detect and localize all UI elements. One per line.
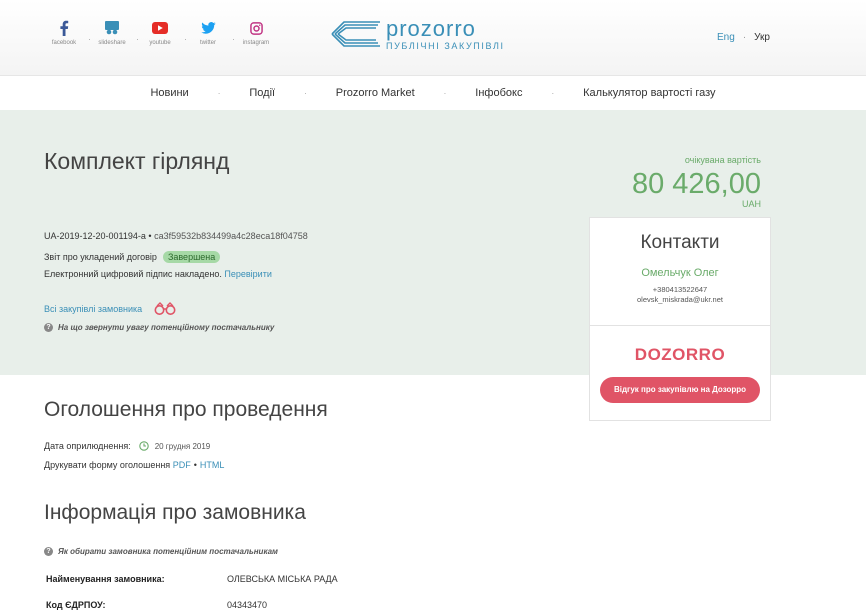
prozorro-logo[interactable]: prozorro ПУБЛІЧНІ ЗАКУПІВЛІ (330, 17, 505, 51)
contract-report: Звіт про укладений договір Завершена (44, 251, 221, 263)
contact-name: Омельчук Олег (641, 267, 719, 279)
language-switcher: Eng · Укр (717, 32, 770, 43)
logo-name: prozorro (386, 15, 476, 41)
nav-separator: · (304, 88, 307, 98)
main-nav: Новини · Події · Prozorro Market · Інфоб… (0, 75, 866, 110)
customer-name-value: ОЛЕВСЬКА МІСЬКА РАДА (227, 574, 338, 584)
currency: UAH (741, 199, 761, 209)
contact-phone: +380413522647 (652, 285, 708, 294)
expected-value: 80 426,00 (631, 168, 761, 200)
slideshare-icon (88, 18, 136, 38)
publication-date-row: Дата оприлюднення: 20 грудня 2019 (44, 441, 210, 451)
contacts-title: Контакти (640, 232, 720, 253)
social-label: instagram (242, 40, 270, 46)
site-header: facebook · slideshare · youtube · twitte… (0, 0, 866, 75)
contacts-card: Контакти Омельчук Олег +380413522647 ole… (589, 217, 771, 421)
tender-title: Комплект гірлянд (44, 148, 230, 174)
contact-email[interactable]: olevsk_miskrada@ukr.net (590, 295, 770, 304)
nav-separator: · (443, 88, 447, 98)
report-label: Звіт про укладений договір (44, 252, 157, 262)
social-facebook[interactable]: facebook · (40, 18, 91, 46)
tender-id-separator: • (148, 231, 152, 241)
tender-id: UA-2019-12-20-001194-a (44, 231, 146, 241)
question-icon: ? (44, 323, 53, 332)
social-label: slideshare (98, 40, 126, 46)
prozorro-logo-icon (331, 21, 380, 47)
lang-ukr-current[interactable]: Укр (754, 32, 770, 43)
nav-item-events[interactable]: Події (249, 87, 275, 99)
customer-name-label: Найменування замовника: (46, 574, 165, 584)
supplier-hint[interactable]: ? На що звернути увагу потенційному пост… (44, 323, 274, 332)
all-purchases-link[interactable]: Всі закупівлі замовника (44, 304, 142, 314)
customer-code-label: Код ЄДРПОУ: (46, 600, 106, 610)
social-twitter[interactable]: twitter · (184, 18, 235, 46)
announcement-heading: Оголошення про проведення (44, 398, 328, 421)
nav-separator: · (551, 88, 555, 98)
all-purchases-row: Всі закупівлі замовника (44, 302, 176, 315)
customer-heading: Інформація про замовника (44, 501, 306, 524)
tender-hash: ca3f59532b834499a4c28eca18f04758 (154, 231, 308, 241)
tender-identifier: UA-2019-12-20-001194-a • ca3f59532b83449… (44, 231, 308, 241)
signature-text: Електронний цифровий підпис накладено. (44, 269, 222, 279)
nav-item-market[interactable]: Prozorro Market (336, 87, 415, 99)
customer-code-value: 04343470 (227, 600, 268, 610)
customer-hint[interactable]: ? Як обирати замовника потенційним поста… (44, 547, 278, 556)
customer-hint-text: Як обирати замовника потенційним постача… (58, 547, 278, 556)
publication-date-label: Дата оприлюднення: (44, 441, 131, 451)
nav-item-gas-calculator[interactable]: Калькулятор вартості газу (583, 87, 715, 99)
dozorro-logo: DOZORRO (634, 345, 726, 364)
social-links: facebook · slideshare · youtube · twitte… (40, 18, 280, 46)
nav-item-infobox[interactable]: Інфобокс (475, 87, 522, 99)
twitter-icon (184, 18, 232, 38)
binoculars-icon[interactable] (154, 302, 176, 315)
publication-date-value: 20 грудня 2019 (154, 441, 211, 451)
social-youtube[interactable]: youtube · (136, 18, 187, 46)
lang-eng-link[interactable]: Eng (717, 32, 735, 43)
supplier-hint-text: На що звернути увагу потенційному постач… (58, 323, 275, 332)
print-form-label: Друкувати форму оголошення (44, 460, 171, 470)
facebook-icon (40, 18, 88, 38)
social-label: facebook (51, 40, 77, 46)
status-badge: Завершена (162, 251, 221, 263)
nav-separator: · (217, 88, 221, 98)
nav-item-news[interactable]: Новини (150, 87, 188, 99)
social-instagram[interactable]: instagram (232, 18, 280, 46)
social-label: twitter (199, 40, 216, 46)
social-label: youtube (149, 40, 171, 46)
question-icon: ? (44, 547, 53, 556)
expected-value-label: очікувана вартість (684, 155, 761, 165)
print-pdf-link[interactable]: PDF (173, 460, 191, 470)
youtube-icon (136, 18, 184, 38)
logo-subtitle: ПУБЛІЧНІ ЗАКУПІВЛІ (386, 40, 505, 51)
print-form-row: Друкувати форму оголошення PDF • HTML (44, 460, 224, 470)
print-html-link[interactable]: HTML (200, 460, 225, 470)
instagram-icon (232, 18, 280, 38)
verify-signature-link[interactable]: Перевірити (224, 269, 271, 279)
social-slideshare[interactable]: slideshare · (88, 18, 139, 46)
lang-separator: · (742, 32, 747, 43)
signature-info: Електронний цифровий підпис накладено. П… (44, 269, 272, 279)
dozorro-review-button[interactable]: Відгук про закупівлю на Дозорро (600, 377, 760, 403)
print-separator: • (193, 460, 197, 470)
clock-icon (138, 441, 149, 451)
